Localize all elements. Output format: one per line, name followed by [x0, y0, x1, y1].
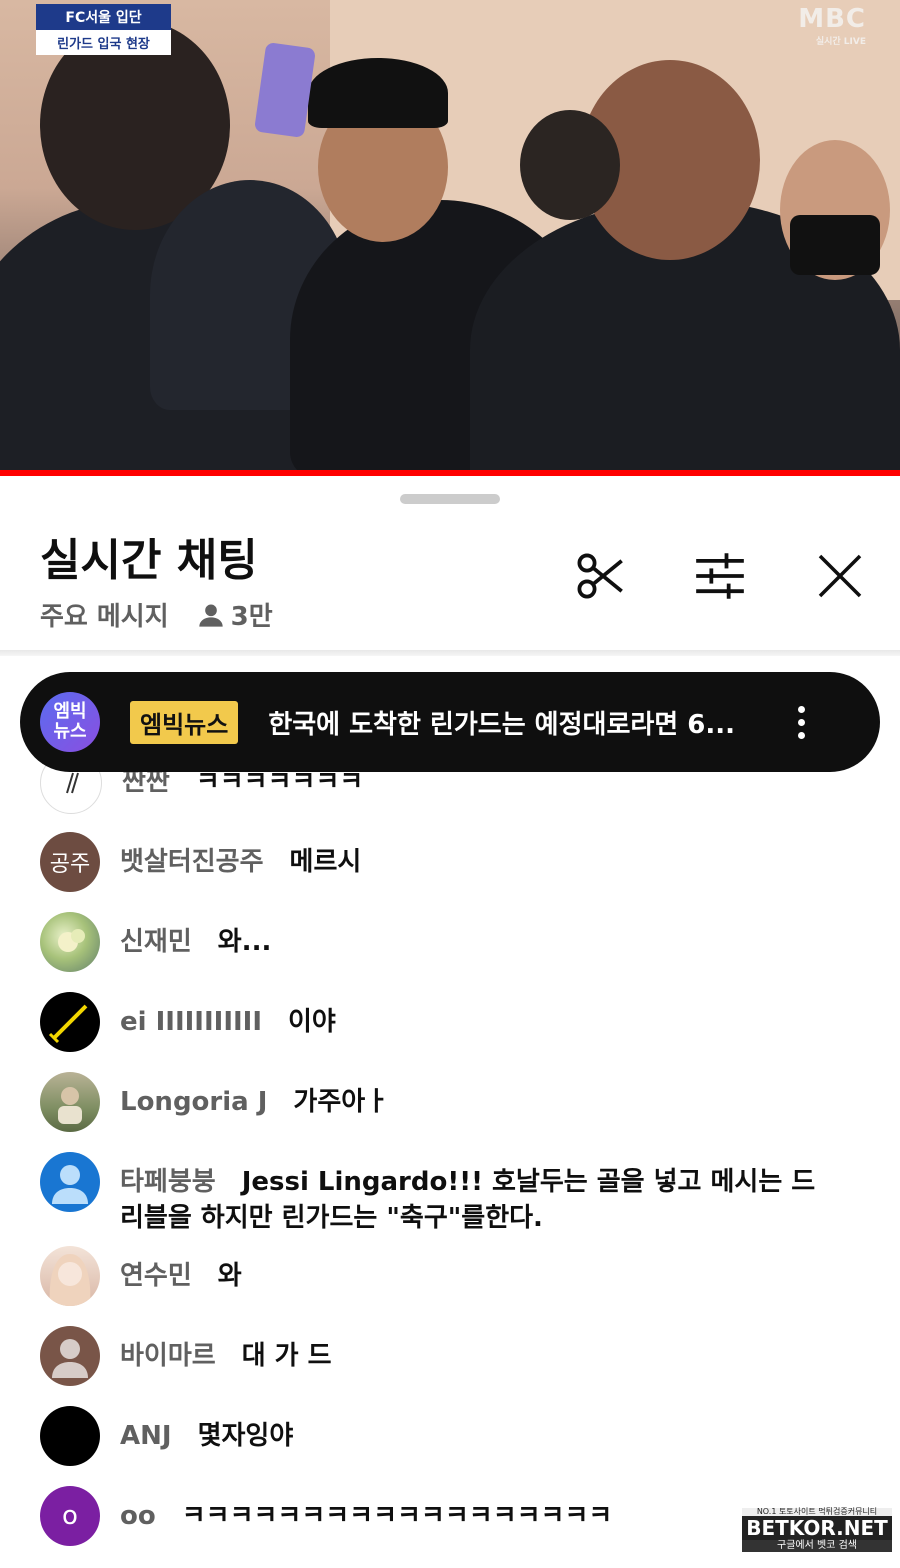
chat-message[interactable]: 타페붕붕 Jessi Lingardo!!! 호날두는 골을 넣고 메시는 드리블…	[40, 1152, 860, 1236]
message-author: 뱃살터진공주	[120, 847, 264, 877]
video-person-back-head	[520, 110, 620, 220]
avatar	[40, 1246, 100, 1306]
avatar	[40, 1072, 100, 1132]
message-body: 연수민 와	[120, 1246, 242, 1294]
more-options-icon[interactable]	[786, 705, 816, 739]
sword-icon	[48, 1004, 88, 1044]
chat-message[interactable]: 연수민 와	[40, 1246, 860, 1306]
message-text: 와	[217, 1261, 242, 1291]
broadcaster-logo: MBC 실시간 LIVE	[798, 4, 866, 47]
pinned-author-badge: 엠빅뉴스	[130, 700, 239, 744]
avatar	[40, 912, 100, 972]
chat-settings-button[interactable]	[692, 548, 748, 604]
message-text: 이야	[288, 1007, 336, 1037]
watermark: NO.1 토토사이트 먹튀검증커뮤니티 BETKOR.NET 구글에서 벳코 검…	[742, 1508, 892, 1552]
header-divider	[0, 650, 900, 656]
message-body: ei IIIIIIIIIII 이야	[120, 992, 336, 1040]
message-body: ANJ 몇자잉야	[120, 1406, 293, 1454]
chat-message[interactable]: o oo ㅋㅋㅋㅋㅋㅋㅋㅋㅋㅋㅋㅋㅋㅋㅋㅋㅋㅋ	[40, 1486, 860, 1546]
clip-button[interactable]	[572, 548, 628, 604]
person-icon	[198, 604, 223, 627]
message-author: 연수민	[120, 1261, 192, 1291]
avatar	[40, 1406, 100, 1466]
video-cap	[308, 58, 448, 128]
message-author: oo	[120, 1501, 156, 1531]
video-phone	[253, 41, 317, 139]
chat-title: 실시간 채팅	[40, 535, 258, 586]
message-author: 신재민	[120, 927, 192, 957]
message-text: 메르시	[289, 847, 362, 877]
message-text: 대 가 드	[241, 1341, 332, 1371]
avatar-initials: 공주	[49, 852, 91, 877]
portrait-avatar-icon	[49, 1254, 91, 1306]
message-body: oo ㅋㅋㅋㅋㅋㅋㅋㅋㅋㅋㅋㅋㅋㅋㅋㅋㅋㅋ	[120, 1486, 612, 1534]
message-body: 바이마르 대 가 드	[120, 1326, 332, 1374]
chat-message[interactable]: 신재민 와...	[40, 912, 860, 972]
message-body: Longoria J 가주아ㅏ	[120, 1072, 389, 1120]
watermark-main: BETKOR.NET	[742, 1516, 892, 1540]
default-avatar-icon	[52, 1165, 88, 1204]
chat-message[interactable]: 공주 뱃살터진공주 메르시	[40, 832, 860, 892]
message-text: ㅋㅋㅋㅋㅋㅋㅋㅋㅋㅋㅋㅋㅋㅋㅋㅋㅋㅋ	[181, 1501, 613, 1531]
message-text: Jessi Lingardo!!! 호날두는 골을 넣고 메시는 드리블을 하지…	[120, 1167, 816, 1233]
scissors-icon	[577, 553, 623, 599]
broadcaster-name: MBC	[798, 4, 866, 34]
viewer-count: 3만	[197, 596, 273, 633]
message-text: 와...	[217, 927, 272, 957]
pinned-avatar-text: 엠빅 뉴스	[53, 701, 87, 742]
avatar	[40, 1152, 100, 1212]
message-body: 뱃살터진공주 메르시	[120, 832, 361, 880]
default-avatar-icon	[52, 1339, 88, 1378]
video-caption-top: FC서울 입단	[36, 4, 171, 30]
video-mask	[790, 215, 880, 275]
chat-mode-label: 주요 메시지	[40, 602, 169, 632]
message-author: Longoria J	[120, 1087, 268, 1117]
broadcaster-sub: 실시간 LIVE	[815, 37, 866, 47]
message-body: 타페붕붕 Jessi Lingardo!!! 호날두는 골을 넣고 메시는 드리블…	[120, 1152, 820, 1236]
close-icon	[818, 554, 862, 598]
close-button[interactable]	[812, 548, 868, 604]
avatar-initials: o	[62, 1501, 78, 1531]
chat-message[interactable]: Longoria J 가주아ㅏ	[40, 1072, 860, 1132]
message-author: ANJ	[120, 1421, 172, 1451]
pinned-avatar: 엠빅 뉴스	[40, 692, 100, 752]
chat-mode-selector[interactable]: 주요 메시지 3만	[40, 596, 273, 633]
video-caption: FC서울 입단 린가드 입국 현장	[36, 4, 171, 55]
chat-message[interactable]: ANJ 몇자잉야	[40, 1406, 860, 1466]
chat-message[interactable]: 바이마르 대 가 드	[40, 1326, 860, 1386]
message-text: 가주아ㅏ	[293, 1087, 390, 1117]
viewer-count-value: 3만	[230, 602, 273, 632]
avatar: 공주	[40, 832, 100, 892]
watermark-bottom: 구글에서 벳코 검색	[742, 1540, 892, 1552]
flower-avatar-icon	[58, 929, 85, 952]
message-body: 신재민 와...	[120, 912, 271, 960]
avatar	[40, 992, 100, 1052]
message-author: 바이마르	[120, 1341, 216, 1371]
chat-message[interactable]: ei IIIIIIIIIII 이야	[40, 992, 860, 1052]
message-author: 타페붕붕	[120, 1167, 216, 1197]
avatar	[40, 1326, 100, 1386]
avatar: o	[40, 1486, 100, 1546]
video-caption-bottom: 린가드 입국 현장	[36, 30, 171, 55]
filter-sliders-icon	[696, 553, 744, 599]
drag-handle[interactable]	[400, 494, 500, 504]
watermark-top: NO.1 토토사이트 먹튀검증커뮤니티	[742, 1508, 892, 1516]
message-author: ei IIIIIIIIIII	[120, 1007, 263, 1037]
pinned-text: 한국에 도착한 린가드는 예정대로라면 6...	[268, 709, 735, 740]
pinned-message[interactable]: 엠빅 뉴스 엠빅뉴스 한국에 도착한 린가드는 예정대로라면 6...	[20, 672, 880, 772]
message-text: 몇자잉야	[197, 1421, 294, 1451]
video-player[interactable]: FC서울 입단 린가드 입국 현장 MBC 실시간 LIVE	[0, 0, 900, 470]
live-chat-panel: 실시간 채팅 주요 메시지 3만 엠빅 뉴스 엠빅뉴스 한국에 도착한 린가드는…	[0, 476, 900, 1568]
photo-avatar-icon	[58, 1087, 82, 1124]
